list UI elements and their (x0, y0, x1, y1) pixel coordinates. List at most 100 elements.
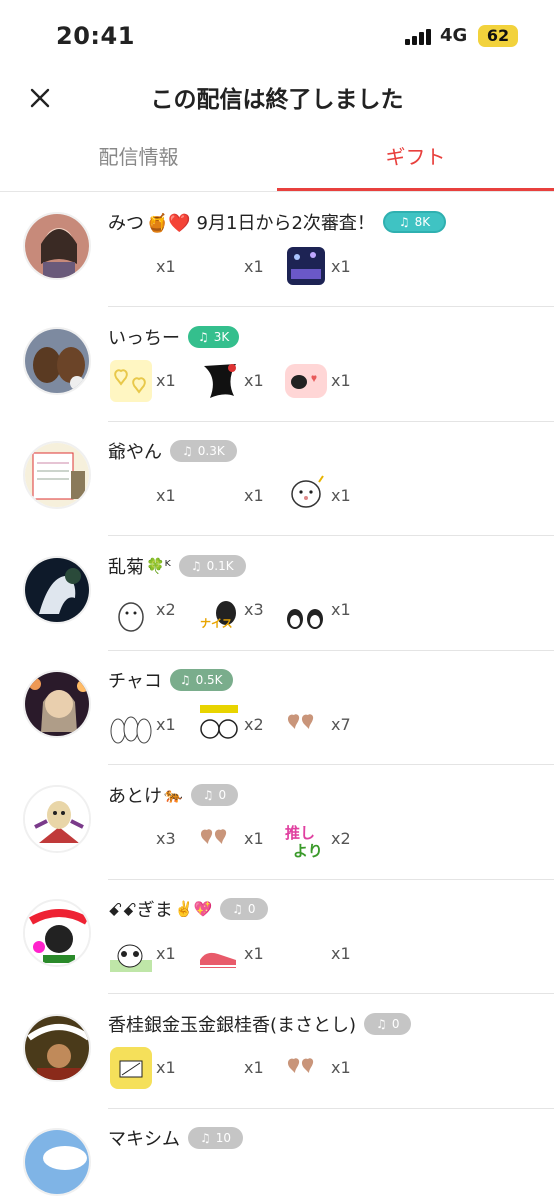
gift-sender-row[interactable]: 香桂銀金玉金銀桂香(まさとし) ♫ 0 x1 x1 x1 (0, 995, 554, 1109)
gift-item: 推し より x2 (283, 815, 351, 863)
gift-items: x3 x1 推し より x2 (108, 815, 548, 863)
gift-placeholder (196, 1045, 242, 1091)
gift-sticker-bears-oshi (196, 701, 242, 747)
network-label: 4G (440, 25, 468, 46)
gift-item: x2 (196, 700, 264, 748)
name-line: チャコ ♫ 0.5K (108, 665, 233, 695)
gift-sender-row[interactable]: みつ 🍯❤️ 9月1日から2次審査！ ♫ 8K x1 x1 x1 (0, 193, 554, 307)
avatar[interactable] (23, 784, 91, 853)
gift-sticker-black-cat-nice: ナイス (196, 587, 242, 633)
gift-item: ナイス x3 (196, 586, 264, 634)
gift-sticker-brown-hearts (283, 701, 329, 747)
gift-item: x1 (283, 357, 351, 405)
points-badge: ♫ 3K (188, 325, 240, 348)
gift-sticker-shoes (196, 930, 242, 976)
user-name-decoration: ✌️💖 (174, 900, 213, 918)
points-value: 0.5K (195, 673, 223, 687)
gift-sender-row[interactable]: マキシム ♫ 10 (0, 1109, 554, 1199)
gift-item: x1 (108, 357, 176, 405)
gift-sender-row[interactable]: 乱菊 🍀ᴷ ♫ 0.1K x2 ナイス x3 x1 (0, 537, 554, 651)
gift-items: x1 x1 x1 (108, 357, 548, 405)
gift-item: x1 (108, 242, 176, 290)
gift-sticker-black-cat-heart (283, 358, 329, 404)
avatar[interactable] (23, 212, 91, 280)
name-line: いっちー ♫ 3K (108, 322, 240, 352)
user-name: 乱菊 (108, 556, 144, 578)
points-value: 0.3K (197, 444, 225, 458)
svg-text:ナイス: ナイス (200, 617, 233, 630)
tab-gift[interactable]: ギフト (277, 130, 554, 192)
gift-count: x1 (244, 371, 264, 390)
music-note-icon: ♫ (202, 787, 214, 802)
gift-sender-row[interactable]: いっちー ♫ 3K x1 x1 x1 (0, 308, 554, 422)
avatar[interactable] (23, 326, 91, 395)
gift-item: x1 (108, 929, 176, 977)
gift-count: x3 (156, 829, 176, 848)
gift-item: x1 (283, 471, 351, 519)
avatar[interactable] (23, 670, 91, 738)
gift-sender-row[interactable]: ꗃꗃぎま ✌️💖 ♫ 0 x1 x1 x1 (0, 880, 554, 994)
status-bar: 20:41 4G 62 (0, 0, 554, 70)
gift-count: x1 (244, 1058, 264, 1077)
name-line: ꗃꗃぎま ✌️💖 ♫ 0 (108, 894, 268, 924)
gift-sticker-penguin-group (108, 701, 154, 747)
gift-sticker-black-brush (196, 358, 242, 404)
points-badge: ♫ 0.5K (169, 669, 233, 691)
gift-item: x1 (108, 700, 176, 748)
avatar[interactable] (23, 555, 91, 624)
gift-sticker-panda (108, 930, 154, 976)
points-badge: ♫ 0.1K (178, 554, 246, 577)
gift-item: x7 (283, 700, 351, 748)
gift-count: x1 (156, 371, 176, 390)
gift-sender-row[interactable]: チャコ ♫ 0.5K x1 x2 x7 (0, 651, 554, 765)
gift-item: x1 (108, 1044, 176, 1092)
user-name: 香桂銀金玉金銀桂香(まさとし) (108, 1014, 357, 1036)
user-name-decoration: 🐅 (164, 785, 183, 804)
gift-sender-row[interactable]: 爺やん ♫ 0.3K x1 x1 x1 (0, 422, 554, 536)
gift-placeholder (196, 472, 242, 518)
name-line: 乱菊 🍀ᴷ ♫ 0.1K (108, 551, 246, 581)
page-title: この配信は終了しました (150, 87, 404, 113)
gift-count: x1 (156, 256, 176, 276)
gift-sticker-brown-hearts (283, 1045, 329, 1091)
avatar[interactable] (23, 1013, 91, 1082)
avatar[interactable] (23, 441, 91, 509)
points-value: 8K (414, 215, 431, 229)
points-badge: ♫ 8K (382, 211, 447, 233)
gift-items: x1 x1 x1 (108, 471, 548, 519)
gift-count: x1 (331, 371, 351, 390)
gift-item: x2 (108, 586, 176, 634)
gift-item: x1 (196, 1044, 264, 1092)
gift-count: x1 (244, 829, 264, 848)
svg-text:より: より (293, 842, 323, 860)
name-line: マキシム ♫ 10 (108, 1123, 244, 1153)
gift-count: x1 (156, 1058, 176, 1077)
points-value: 0 (391, 1016, 400, 1031)
points-badge: ♫ 0 (190, 783, 239, 806)
music-note-icon: ♫ (376, 1016, 387, 1031)
user-name: チャコ (108, 671, 162, 692)
gift-sticker-penguin-fuwa (108, 587, 154, 633)
gift-items: x1 x1 x1 (108, 1044, 548, 1092)
tab-stream-info[interactable]: 配信情報 (0, 130, 277, 192)
gift-count: x1 (244, 943, 264, 963)
gift-placeholder (283, 930, 329, 976)
user-name: マキシム (108, 1129, 180, 1150)
gift-count: x1 (331, 943, 351, 963)
avatar[interactable] (23, 899, 91, 967)
svg-text:推し: 推し (285, 824, 315, 842)
avatar[interactable] (23, 1128, 91, 1196)
points-value: 10 (215, 1131, 232, 1145)
gift-sticker-yellow-hearts (108, 358, 154, 404)
gift-item: x1 (196, 471, 264, 519)
music-note-icon: ♫ (398, 215, 410, 229)
gift-sticker-penguins-oi (283, 587, 329, 633)
points-badge: ♫ 10 (188, 1127, 244, 1149)
gift-items: x1 x1 x1 (108, 242, 548, 290)
gift-count: x1 (331, 485, 351, 505)
music-note-icon: ♫ (190, 558, 202, 573)
battery-indicator: 62 (478, 25, 518, 47)
gift-item: x1 (108, 471, 176, 519)
gift-sender-row[interactable]: あとけ 🐅 ♫ 0 x3 x1 推し より x2 (0, 766, 554, 880)
user-name: ꗃꗃぎま (108, 900, 173, 921)
